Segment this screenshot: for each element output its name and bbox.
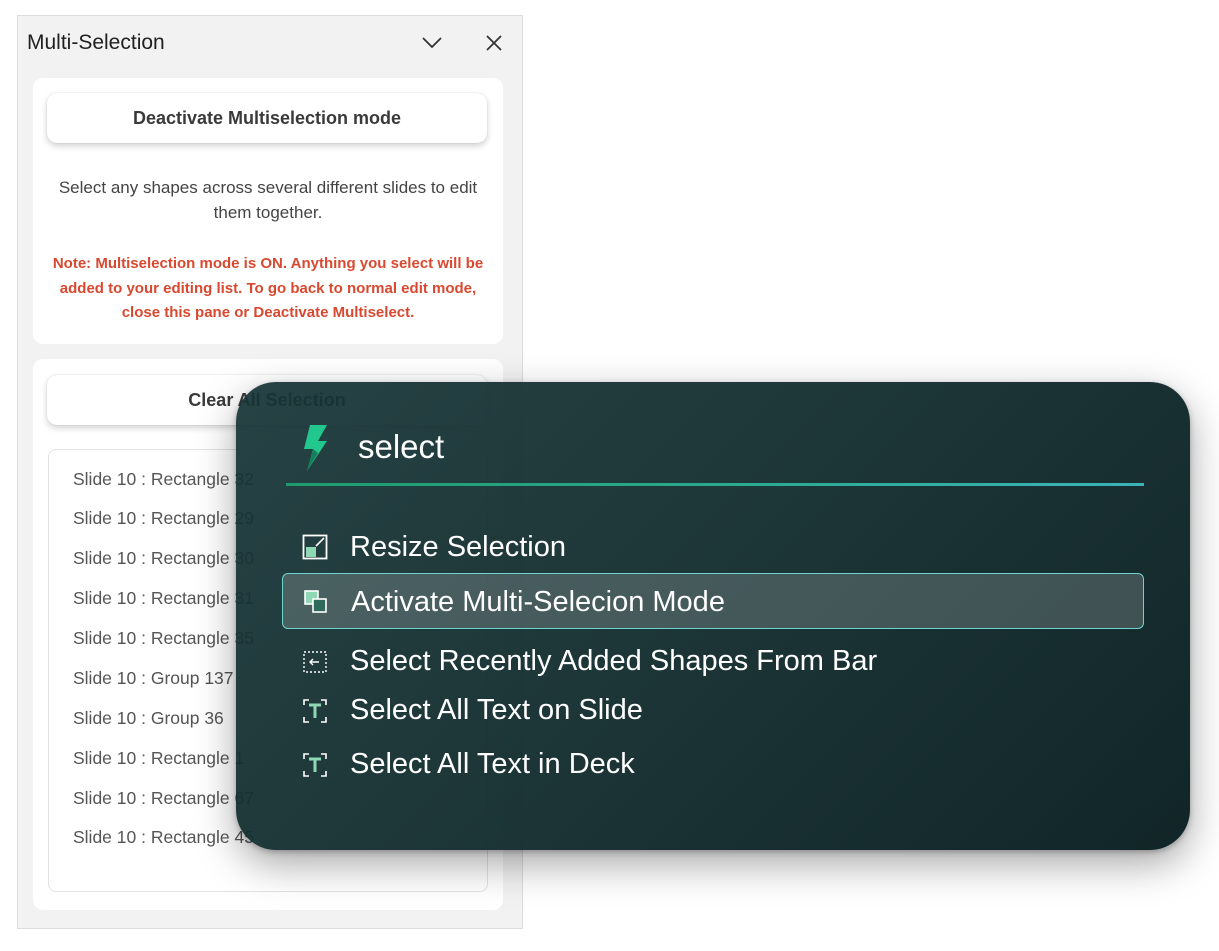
- list-item[interactable]: Slide 10 : Group 36: [73, 708, 224, 729]
- resize-icon: [302, 534, 328, 560]
- mode-card: Deactivate Multiselection mode Select an…: [33, 78, 503, 344]
- note-text: Note: Multiselection mode is ON. Anythin…: [52, 255, 484, 321]
- list-item[interactable]: Slide 10 : Rectangle 1: [73, 748, 244, 769]
- list-item[interactable]: Slide 10 : Rectangle 30: [73, 548, 254, 569]
- command-label: Resize Selection: [350, 531, 566, 563]
- deactivate-multiselection-button[interactable]: Deactivate Multiselection mode: [47, 93, 487, 143]
- command-search-input[interactable]: [358, 428, 1058, 466]
- list-item[interactable]: Slide 10 : Group 137: [73, 668, 234, 689]
- command-resize-selection[interactable]: Resize Selection: [282, 520, 1144, 574]
- lightning-bolt-icon: [300, 423, 330, 473]
- command-palette: Resize Selection Activate Multi-Selecion…: [236, 382, 1190, 850]
- list-item[interactable]: Slide 10 : Rectangle 32: [73, 469, 254, 490]
- command-label: Activate Multi-Selecion Mode: [351, 586, 725, 618]
- command-label: Select All Text on Slide: [350, 694, 643, 726]
- chevron-down-icon[interactable]: [419, 30, 445, 56]
- search-underline: [286, 483, 1144, 486]
- description-text: Select any shapes across several differe…: [58, 178, 478, 222]
- multi-select-icon: [303, 589, 329, 615]
- command-label: Select All Text in Deck: [350, 748, 635, 780]
- command-activate-multi-selection[interactable]: Activate Multi-Selecion Mode: [282, 573, 1144, 629]
- command-select-all-text-slide[interactable]: Select All Text on Slide: [282, 683, 1144, 737]
- command-label: Select Recently Added Shapes From Bar: [350, 645, 878, 677]
- list-item[interactable]: Slide 10 : Rectangle 31: [73, 588, 254, 609]
- pane-title: Multi-Selection: [27, 31, 165, 54]
- list-item[interactable]: Slide 10 : Rectangle 45: [73, 827, 254, 848]
- list-item[interactable]: Slide 10 : Rectangle 29: [73, 508, 254, 529]
- command-select-recent-shapes[interactable]: Select Recently Added Shapes From Bar: [282, 634, 1144, 688]
- recent-shapes-icon: [302, 649, 328, 675]
- list-item[interactable]: Slide 10 : Rectangle 35: [73, 628, 254, 649]
- close-icon[interactable]: [481, 30, 507, 56]
- command-select-all-text-deck[interactable]: Select All Text in Deck: [282, 737, 1144, 791]
- pane-header: Multi-Selection: [18, 16, 522, 68]
- text-select-icon: [302, 698, 328, 724]
- text-select-icon: [302, 752, 328, 778]
- list-item[interactable]: Slide 10 : Rectangle 67: [73, 788, 254, 809]
